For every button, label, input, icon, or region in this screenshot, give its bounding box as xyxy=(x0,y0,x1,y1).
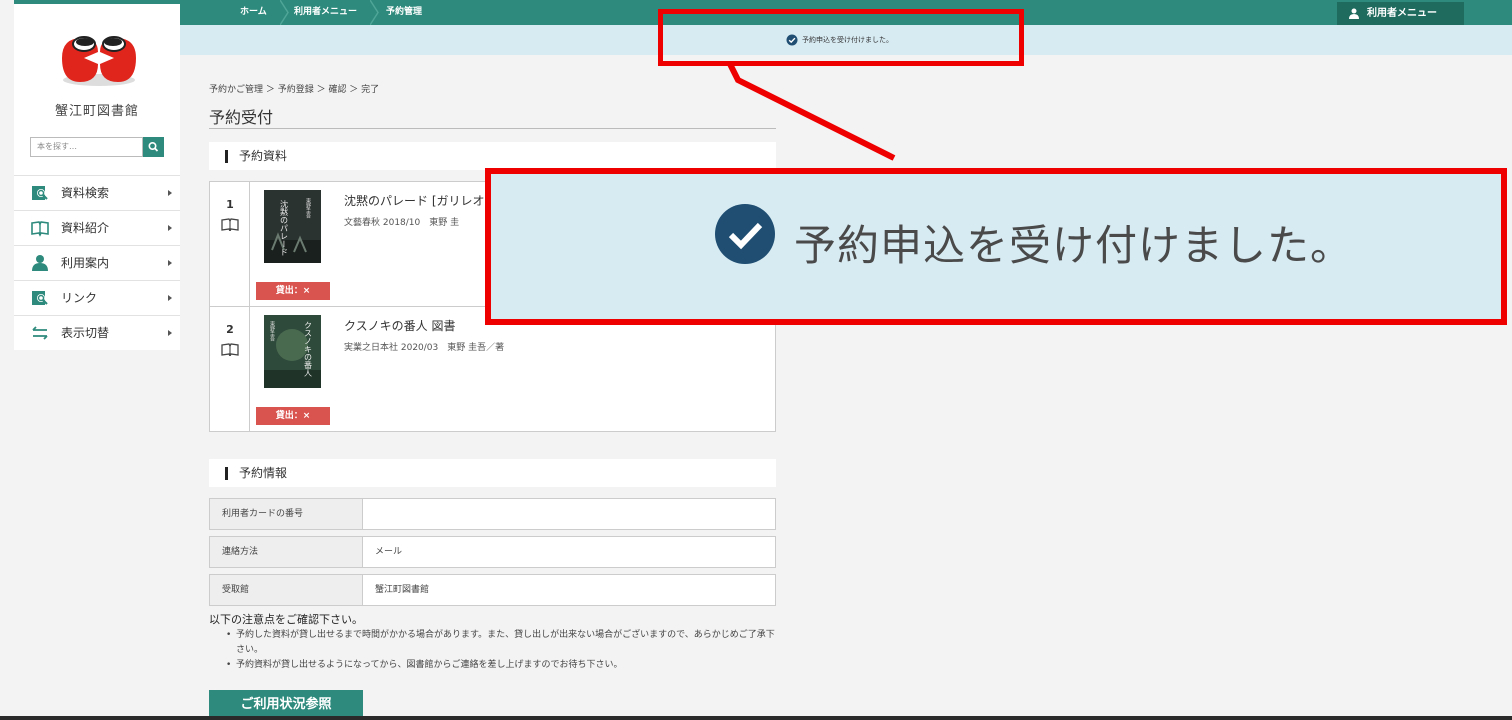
check-circle-icon xyxy=(715,204,775,264)
callout-zoom-text: 予約申込を受け付けました。 xyxy=(794,221,1354,270)
callout-highlight-box xyxy=(658,9,1024,66)
callout-connector-line xyxy=(727,62,896,161)
callout-zoom-box: 予約申込を受け付けました。 xyxy=(485,168,1507,325)
